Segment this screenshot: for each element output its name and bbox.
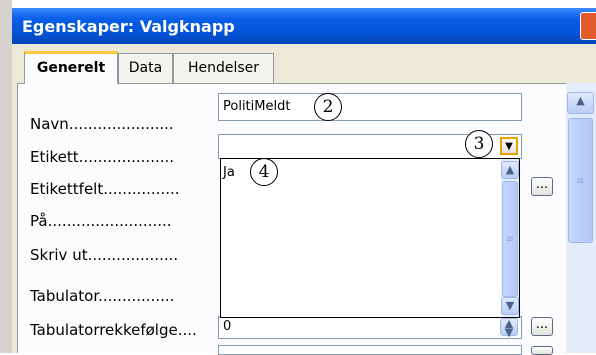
field-label-etikettfelt: Etikettfelt................ <box>30 180 180 198</box>
field-label-etikett: Etikett.................... <box>30 148 175 166</box>
background-strip <box>0 0 12 353</box>
navn-value: PolitiMeldt <box>223 99 291 114</box>
callout-2: 2 <box>314 93 342 121</box>
etikettfelt-browse-button[interactable]: ... <box>531 177 553 196</box>
field-label-navn: Navn...................... <box>30 115 174 133</box>
callout-4: 4 <box>250 158 278 186</box>
tabulatorrekkefolge-input[interactable]: 0 <box>218 316 522 339</box>
chevron-down-icon: ▼ <box>505 299 515 312</box>
scroll-up-icon: ▲ <box>576 94 585 107</box>
tab-hendelser[interactable]: Hendelser <box>173 53 274 83</box>
dropdown-arrow-button[interactable]: ▼ <box>500 137 518 155</box>
dropdown-scroll-down-button[interactable]: ▼ <box>501 297 519 315</box>
tabulator-spin-button[interactable]: ▲ ▼ <box>500 318 518 338</box>
list-item[interactable]: Ja <box>223 165 235 180</box>
next-browse-button[interactable] <box>531 346 553 355</box>
field-label-tabulatorrekkefolge: Tabulatorrekkefølge.... <box>30 321 197 339</box>
top-strip <box>12 0 596 8</box>
chevron-up-icon: ▲ <box>505 163 515 176</box>
window-title: Egenskaper: Valgknapp <box>22 17 235 36</box>
next-field-input[interactable] <box>218 345 522 355</box>
field-label-skriv-ut: Skriv ut................... <box>30 246 179 264</box>
panel-scroll-thumb[interactable]: ≡ <box>568 118 593 243</box>
callout-3: 3 <box>465 130 493 158</box>
field-label-paa: På.......................... <box>30 212 172 230</box>
tab-generelt[interactable]: Generelt <box>24 51 118 84</box>
dropdown-scroll-up-button[interactable]: ▲ <box>501 161 519 179</box>
field-label-tabulator: Tabulator................ <box>30 287 175 305</box>
tabulatorrekkefolge-value: 0 <box>223 319 232 334</box>
tabulatorrekkefolge-browse-button[interactable]: ... <box>531 317 553 336</box>
close-button[interactable] <box>580 12 596 40</box>
dropdown-scroll-thumb[interactable]: ≡ <box>502 181 518 297</box>
chevron-down-icon: ▼ <box>505 141 513 152</box>
panel-scroll-up-button[interactable]: ▲ <box>567 92 594 114</box>
navn-input[interactable]: PolitiMeldt <box>218 93 522 121</box>
tab-data[interactable]: Data <box>118 53 173 83</box>
